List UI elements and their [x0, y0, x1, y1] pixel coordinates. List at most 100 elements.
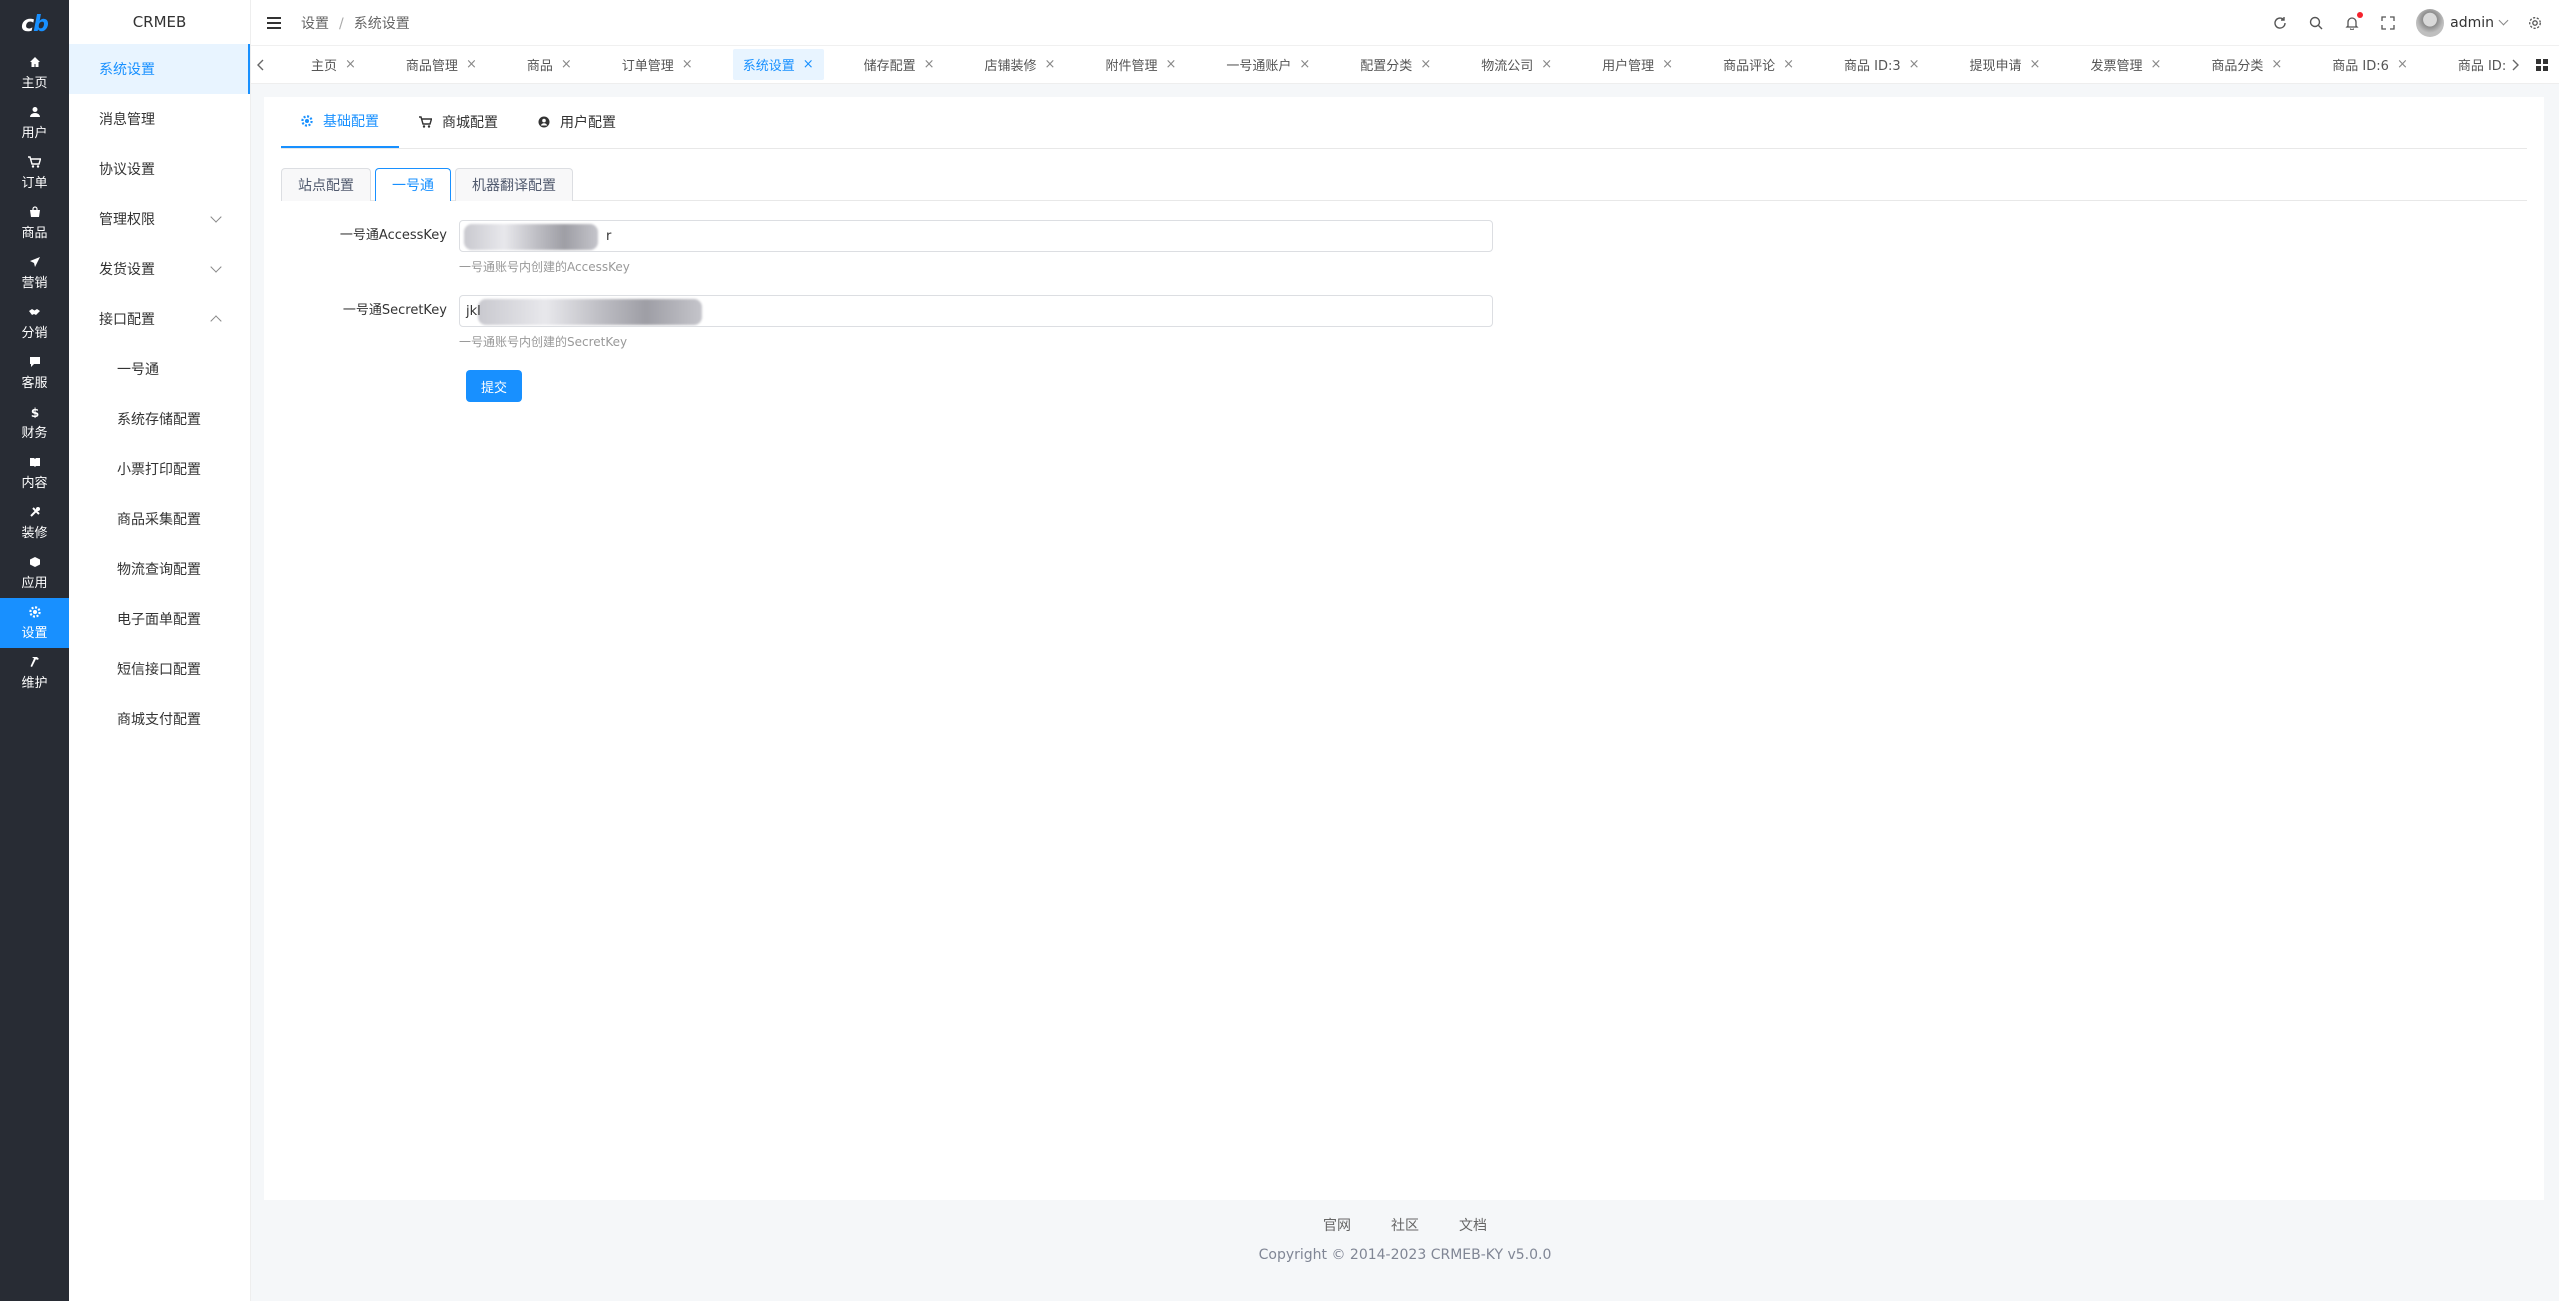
tab-item[interactable]: 店铺装修 ×: [975, 49, 1066, 80]
close-icon[interactable]: ×: [1045, 57, 1056, 72]
tabs-scroll-right-icon[interactable]: [2505, 59, 2525, 71]
svg-text:$: $: [30, 406, 38, 418]
refresh-icon[interactable]: [2272, 15, 2288, 31]
breadcrumb-item[interactable]: 设置: [301, 16, 329, 32]
tabs-grid-icon[interactable]: [2525, 58, 2559, 71]
tabs-scroll-left-icon[interactable]: [251, 59, 271, 71]
sidebar-item-interface-config[interactable]: 接口配置: [69, 294, 250, 344]
tab-item[interactable]: 订单管理 ×: [612, 49, 703, 80]
tab-item[interactable]: 主页 ×: [301, 49, 366, 80]
close-icon[interactable]: ×: [924, 57, 935, 72]
logo[interactable]: cb: [0, 0, 69, 48]
tab-item[interactable]: 发票管理 ×: [2080, 49, 2171, 80]
tab-item[interactable]: 商品管理 ×: [396, 49, 487, 80]
fullscreen-icon[interactable]: [2380, 15, 2396, 31]
rail-item-label: 装修: [21, 526, 48, 541]
footer-link-community[interactable]: 社区: [1391, 1215, 1419, 1235]
close-icon[interactable]: ×: [1165, 57, 1176, 72]
close-icon[interactable]: ×: [2271, 57, 2282, 72]
footer-link-docs[interactable]: 文档: [1459, 1215, 1487, 1235]
close-icon[interactable]: ×: [1662, 57, 1673, 72]
tab-item[interactable]: 商品 ×: [517, 49, 582, 80]
rail-item-label: 主页: [21, 76, 48, 91]
sidebar-subitem[interactable]: 一号通: [69, 344, 250, 394]
close-icon[interactable]: ×: [2150, 57, 2161, 72]
rail-item-hammer[interactable]: 维护: [0, 648, 69, 698]
sidebar-subitem[interactable]: 小票打印配置: [69, 444, 250, 494]
menu-toggle-icon[interactable]: [267, 16, 281, 29]
tab-item[interactable]: 储存配置 ×: [854, 49, 945, 80]
gear-icon: [301, 115, 313, 127]
rail-item-cube[interactable]: 应用: [0, 548, 69, 598]
tab-label: 系统设置: [742, 59, 795, 74]
close-icon[interactable]: ×: [1299, 57, 1310, 72]
search-icon[interactable]: [2308, 15, 2324, 31]
tab-item[interactable]: 商品 ID:3 ×: [1834, 49, 1930, 80]
tab-mall-config[interactable]: 商城配置: [399, 96, 518, 148]
rail-item-label: 内容: [21, 476, 48, 491]
sidebar-item-shipping-settings[interactable]: 发货设置: [69, 244, 250, 294]
rail-item-tools[interactable]: 装修: [0, 498, 69, 548]
cart-icon: [419, 116, 432, 128]
tab-item[interactable]: 物流公司 ×: [1471, 49, 1562, 80]
close-icon[interactable]: ×: [1420, 57, 1431, 72]
tab-item[interactable]: 商品 ID:6 ×: [2322, 49, 2418, 80]
footer-link-official[interactable]: 官网: [1323, 1215, 1351, 1235]
sidebar-subitem[interactable]: 电子面单配置: [69, 594, 250, 644]
book-icon: [28, 455, 42, 469]
tab-item[interactable]: 附件管理 ×: [1095, 49, 1186, 80]
sidebar-subitem[interactable]: 商城支付配置: [69, 694, 250, 744]
close-icon[interactable]: ×: [2030, 57, 2041, 72]
subtab-site-config[interactable]: 站点配置: [281, 168, 371, 201]
sidebar-subitem[interactable]: 商品采集配置: [69, 494, 250, 544]
tab-item[interactable]: 商品评论 ×: [1713, 49, 1804, 80]
rail-item-book[interactable]: 内容: [0, 448, 69, 498]
tab-item[interactable]: 提现申请 ×: [1960, 49, 2051, 80]
close-icon[interactable]: ×: [1541, 57, 1552, 72]
secret-key-input[interactable]: jkl: [459, 295, 1493, 327]
close-icon[interactable]: ×: [682, 57, 693, 72]
rail-item-gear[interactable]: 设置: [0, 598, 69, 648]
rail-item-label: 财务: [21, 426, 48, 441]
tab-label: 店铺装修: [984, 59, 1037, 74]
close-icon[interactable]: ×: [1909, 57, 1920, 72]
rail-item-cart[interactable]: 订单: [0, 148, 69, 198]
settings-gear-icon[interactable]: [2527, 15, 2543, 31]
close-icon[interactable]: ×: [561, 57, 572, 72]
tab-item[interactable]: 系统设置 ×: [732, 49, 824, 80]
submit-button[interactable]: 提交: [466, 370, 522, 402]
tab-user-config[interactable]: 用户配置: [518, 96, 636, 148]
sidebar-subitem[interactable]: 物流查询配置: [69, 544, 250, 594]
bell-icon[interactable]: [2344, 11, 2364, 31]
close-icon[interactable]: ×: [466, 57, 477, 72]
close-icon[interactable]: ×: [345, 57, 356, 72]
sidebar-item-message-management[interactable]: 消息管理: [69, 94, 250, 144]
tab-item[interactable]: 用户管理 ×: [1592, 49, 1683, 80]
subtab-yihaotong[interactable]: 一号通: [375, 168, 451, 201]
rail-item-home[interactable]: 主页: [0, 48, 69, 98]
tab-basic-config[interactable]: 基础配置: [281, 96, 399, 148]
tab-item[interactable]: 商品 ID:2×: [2448, 49, 2505, 80]
rail-item-user[interactable]: 用户: [0, 98, 69, 148]
close-icon[interactable]: ×: [1783, 57, 1794, 72]
sidebar-subitem[interactable]: 短信接口配置: [69, 644, 250, 694]
config-tabs: 基础配置 商城配置 用户配置: [281, 97, 2527, 149]
rail-item-send[interactable]: 营销: [0, 248, 69, 298]
rail-item-label: 应用: [21, 576, 48, 591]
close-icon[interactable]: ×: [803, 57, 814, 72]
sidebar-item-permissions[interactable]: 管理权限: [69, 194, 250, 244]
sidebar-item-agreement-settings[interactable]: 协议设置: [69, 144, 250, 194]
tab-item[interactable]: 配置分类 ×: [1350, 49, 1441, 80]
tab-item[interactable]: 一号通账户 ×: [1216, 49, 1320, 80]
close-icon[interactable]: ×: [2397, 57, 2408, 72]
rail-item-dollar[interactable]: $ 财务: [0, 398, 69, 448]
rail-item-handshake[interactable]: 分销: [0, 298, 69, 348]
access-key-input[interactable]: r: [459, 220, 1493, 252]
sidebar-item-system-settings[interactable]: 系统设置: [69, 44, 250, 94]
rail-item-chat[interactable]: 客服: [0, 348, 69, 398]
rail-item-bag[interactable]: 商品: [0, 198, 69, 248]
tab-item[interactable]: 商品分类 ×: [2201, 49, 2292, 80]
user-menu[interactable]: admin: [2416, 8, 2509, 37]
sidebar-subitem[interactable]: 系统存储配置: [69, 394, 250, 444]
subtab-machine-translation[interactable]: 机器翻译配置: [455, 168, 573, 201]
